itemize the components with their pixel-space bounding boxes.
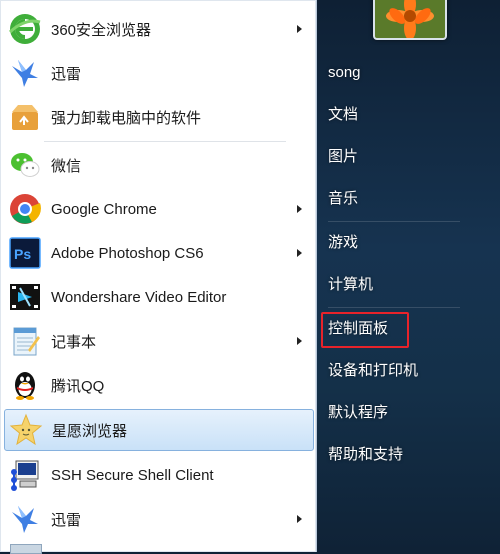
submenu-arrow-icon[interactable] xyxy=(297,249,302,257)
program-item-uninstall[interactable]: 强力卸载电脑中的软件 xyxy=(4,96,314,138)
xunlei-bird-icon xyxy=(7,501,43,537)
program-label: 迅雷 xyxy=(51,511,82,529)
submenu-arrow-icon[interactable] xyxy=(297,25,302,33)
partial-program-icon xyxy=(10,544,42,554)
program-label: 迅雷 xyxy=(51,65,82,83)
right-item-music[interactable]: 音乐 xyxy=(320,184,358,214)
program-item-photoshop[interactable]: Ps Adobe Photoshop CS6 xyxy=(4,232,314,274)
program-item-xunlei-2[interactable]: 迅雷 xyxy=(4,498,314,540)
video-editor-icon xyxy=(7,279,43,315)
ssh-client-icon xyxy=(7,457,43,493)
program-item-chrome[interactable]: Google Chrome xyxy=(4,188,314,230)
qq-penguin-icon xyxy=(7,367,43,403)
separator xyxy=(44,141,286,142)
svg-text:Ps: Ps xyxy=(14,246,31,262)
program-item-xunlei[interactable]: 迅雷 xyxy=(4,52,314,94)
program-label: 微信 xyxy=(51,157,82,175)
program-item-wondershare[interactable]: Wondershare Video Editor xyxy=(4,276,314,318)
program-item-360-browser[interactable]: 360安全浏览器 xyxy=(4,8,314,50)
flower-picture-icon xyxy=(375,0,445,38)
program-item-xingyuan-browser[interactable]: 星愿浏览器 xyxy=(4,409,314,451)
separator xyxy=(328,307,460,308)
program-label: 360安全浏览器 xyxy=(51,21,152,39)
program-label: Google Chrome xyxy=(51,200,157,218)
program-label: 星愿浏览器 xyxy=(52,422,128,440)
notepad-icon xyxy=(7,323,43,359)
xunlei-bird-icon xyxy=(7,55,43,91)
program-label: SSH Secure Shell Client xyxy=(51,466,214,484)
right-item-help-support[interactable]: 帮助和支持 xyxy=(320,440,403,470)
program-label: 记事本 xyxy=(51,333,97,351)
separator xyxy=(328,221,460,222)
program-item-ssh-client[interactable]: SSH Secure Shell Client xyxy=(4,454,314,496)
360-browser-icon xyxy=(7,11,43,47)
right-item-games[interactable]: 游戏 xyxy=(320,228,358,258)
program-item-wechat[interactable]: 微信 xyxy=(4,144,314,186)
right-item-devices-printers[interactable]: 设备和打印机 xyxy=(320,356,418,386)
program-item-notepad[interactable]: 记事本 xyxy=(4,320,314,362)
right-item-user[interactable]: song xyxy=(320,58,361,88)
right-item-computer[interactable]: 计算机 xyxy=(320,270,373,300)
program-label: Wondershare Video Editor xyxy=(51,288,227,306)
submenu-arrow-icon[interactable] xyxy=(297,337,302,345)
uninstall-box-icon xyxy=(7,99,43,135)
control-panel-highlight-box xyxy=(321,312,409,348)
submenu-arrow-icon[interactable] xyxy=(297,515,302,523)
right-item-default-programs[interactable]: 默认程序 xyxy=(320,398,388,428)
program-label: 强力卸载电脑中的软件 xyxy=(51,109,202,127)
photoshop-icon: Ps xyxy=(7,235,43,271)
right-item-documents[interactable]: 文档 xyxy=(320,100,358,130)
chrome-icon xyxy=(7,191,43,227)
program-item-qq[interactable]: 腾讯QQ xyxy=(4,364,314,406)
user-avatar[interactable] xyxy=(373,0,447,40)
wechat-icon xyxy=(7,147,43,183)
program-label: Adobe Photoshop CS6 xyxy=(51,244,204,262)
programs-panel: 360安全浏览器 迅雷 强力卸载电脑中的软件 微信 Google Chrome … xyxy=(0,0,317,554)
submenu-arrow-icon[interactable] xyxy=(297,205,302,213)
star-face-icon xyxy=(8,412,44,448)
program-label: 腾讯QQ xyxy=(51,377,105,395)
right-item-pictures[interactable]: 图片 xyxy=(320,142,358,172)
